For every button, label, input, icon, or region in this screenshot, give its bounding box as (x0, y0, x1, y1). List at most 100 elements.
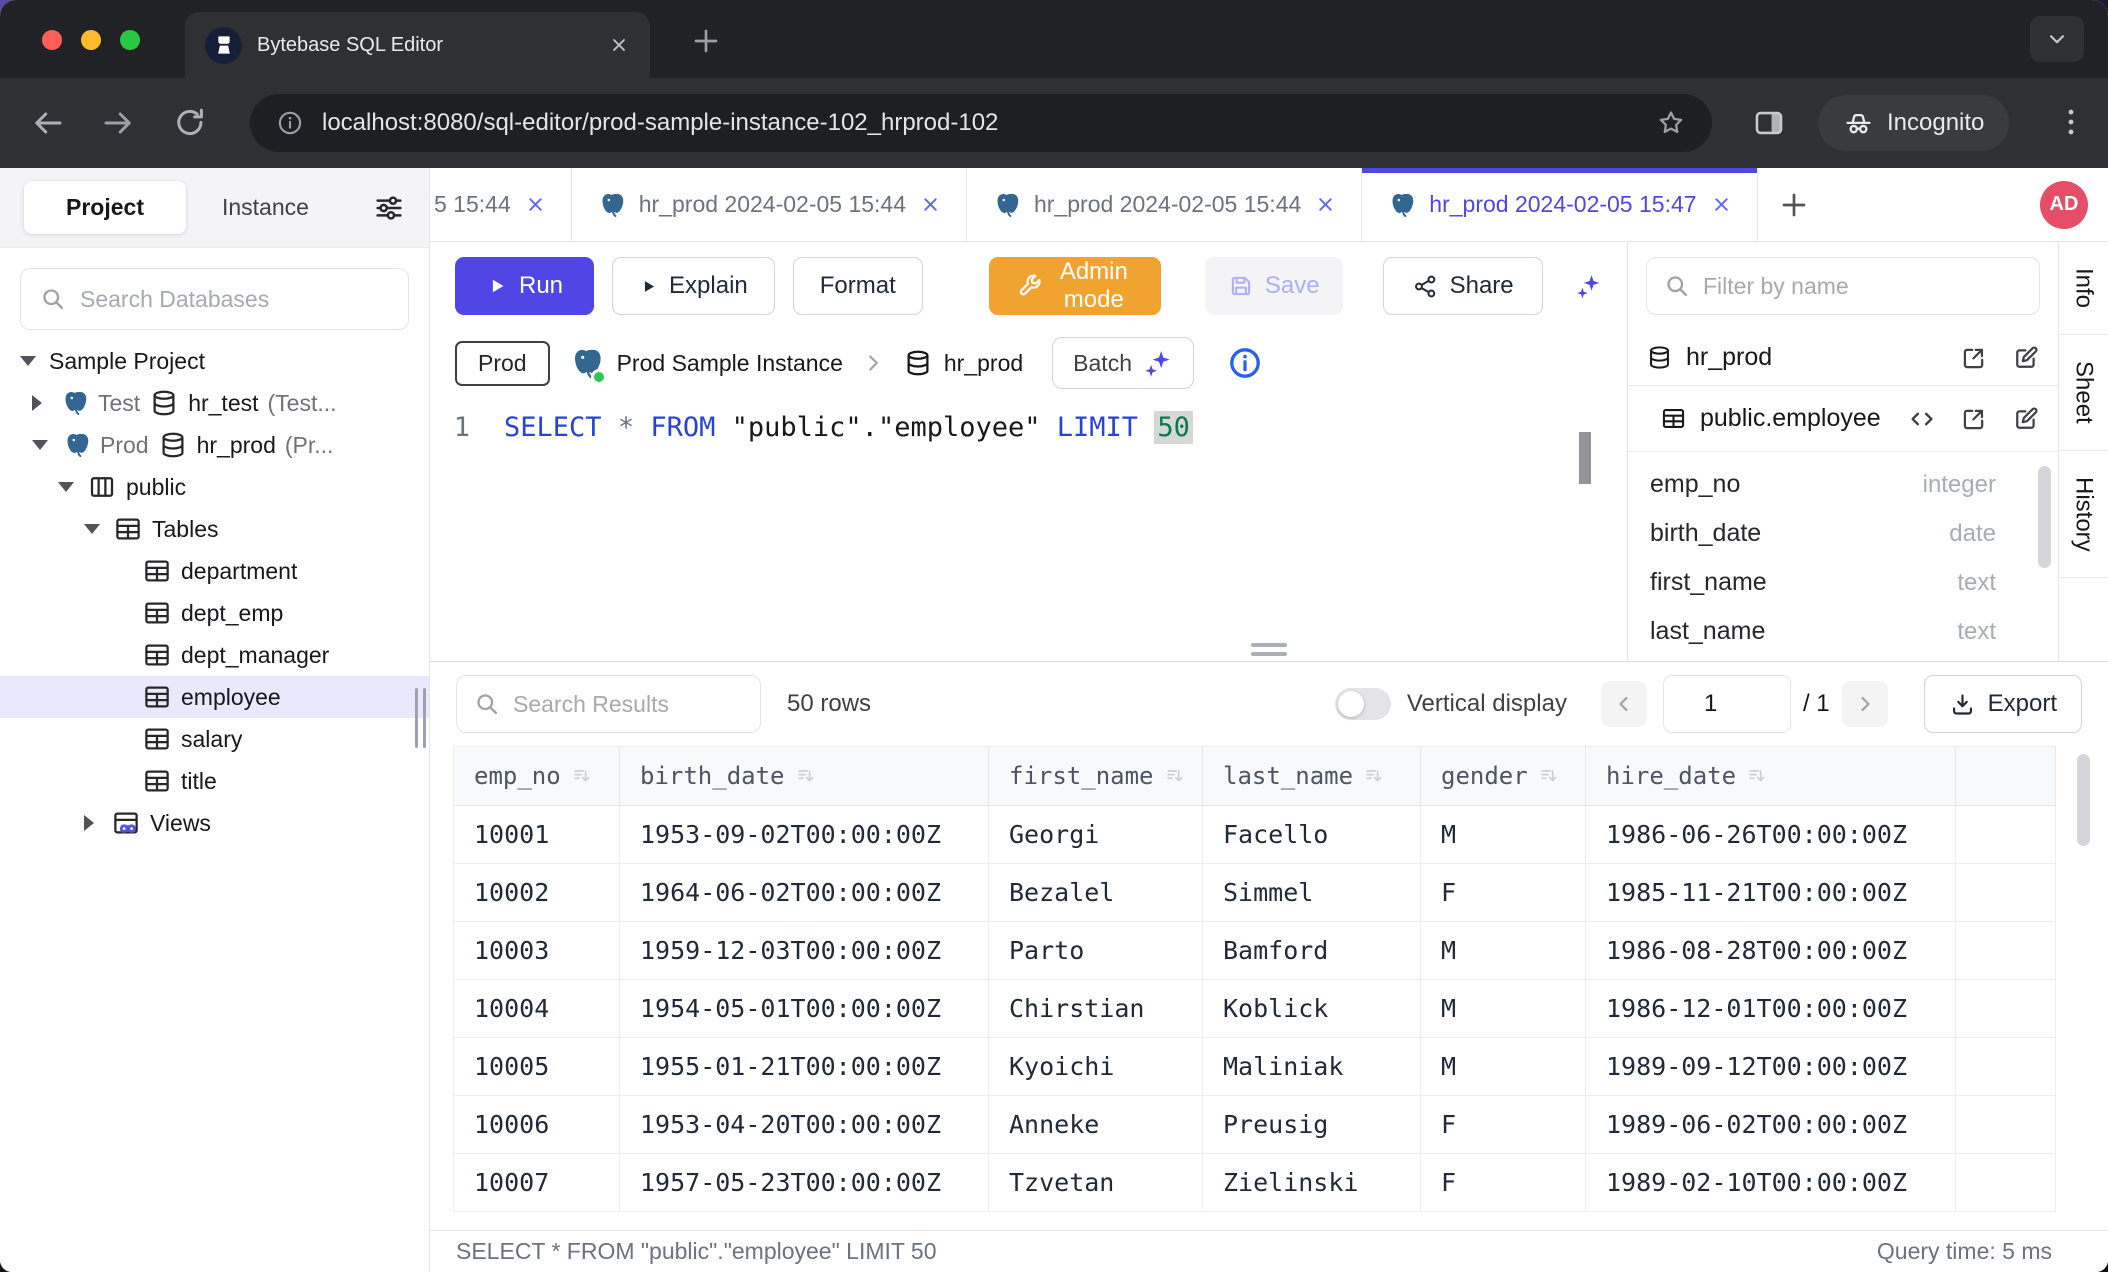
cell[interactable]: M (1421, 1038, 1586, 1096)
results-search[interactable] (456, 675, 761, 733)
cell[interactable]: Kyoichi (989, 1038, 1203, 1096)
explain-button[interactable]: Explain (612, 257, 775, 315)
cell[interactable]: 1953-09-02T00:00:00Z (620, 806, 989, 864)
column-list-scrollbar[interactable] (2038, 466, 2051, 568)
instance-breadcrumb[interactable]: Prod Sample Instance (567, 345, 843, 382)
tree-item-public[interactable]: public (0, 466, 429, 508)
tree-item-title[interactable]: title (0, 760, 429, 802)
cell[interactable]: F (1421, 864, 1586, 922)
panel-resize-handle[interactable] (1251, 643, 1287, 656)
cell[interactable]: Koblick (1203, 980, 1421, 1038)
cell[interactable]: Parto (989, 922, 1203, 980)
cell[interactable]: F (1421, 1154, 1586, 1212)
bookmark-star-icon[interactable] (1656, 108, 1686, 138)
tab-search-button[interactable] (2030, 16, 2084, 62)
caret-down-icon[interactable] (58, 482, 74, 492)
column-header-birth-date[interactable]: birth_date (620, 746, 989, 806)
sidebar-settings-icon[interactable] (373, 192, 405, 224)
cell[interactable]: Preusig (1203, 1096, 1421, 1154)
sql-editor[interactable]: 1 SELECT * FROM "public"."employee" LIMI… (430, 396, 1627, 661)
column-first-name[interactable]: first_nametext (1628, 558, 2058, 607)
cell[interactable]: Chirstian (989, 980, 1203, 1038)
cell[interactable]: Tzvetan (989, 1154, 1203, 1212)
cell[interactable]: 1989-09-12T00:00:00Z (1586, 1038, 1956, 1096)
cell[interactable]: M (1421, 806, 1586, 864)
minimize-window-button[interactable] (81, 30, 101, 50)
column-header-emp-no[interactable]: emp_no (453, 746, 620, 806)
tree-item-prod[interactable]: Prodhr_prod(Pr... (0, 424, 429, 466)
format-button[interactable]: Format (793, 257, 923, 315)
column-emp-no[interactable]: emp_nointeger (1628, 460, 2058, 509)
table-row[interactable]: 100061953-04-20T00:00:00ZAnnekePreusigF1… (453, 1096, 2108, 1154)
close-window-button[interactable] (42, 30, 62, 50)
external-link-icon[interactable] (1960, 344, 1988, 372)
back-icon[interactable] (30, 105, 66, 141)
cell[interactable]: 10004 (453, 980, 620, 1038)
schema-filter[interactable] (1646, 257, 2040, 315)
side-tab-sheet[interactable]: Sheet (2059, 335, 2108, 451)
caret-right-icon[interactable] (32, 395, 42, 411)
vertical-display-toggle[interactable] (1335, 688, 1391, 720)
tree-item-employee[interactable]: employee (0, 676, 429, 718)
tab-close-icon[interactable] (608, 34, 630, 56)
cell[interactable]: 10001 (453, 806, 620, 864)
cell[interactable]: 1989-02-10T00:00:00Z (1586, 1154, 1956, 1212)
export-button[interactable]: Export (1924, 675, 2082, 733)
prev-page-button[interactable] (1601, 681, 1647, 727)
tab-project[interactable]: Project (24, 181, 186, 234)
ai-sparkle-icon[interactable] (1575, 266, 1602, 306)
cell[interactable]: 10005 (453, 1038, 620, 1096)
cell[interactable]: Anneke (989, 1096, 1203, 1154)
editor-tab-2[interactable]: hr_prod 2024-02-05 15:44 (572, 168, 967, 241)
cell[interactable]: 10007 (453, 1154, 620, 1212)
cell[interactable]: 10002 (453, 864, 620, 922)
column-header-gender[interactable]: gender (1421, 746, 1586, 806)
tree-item-dept-manager[interactable]: dept_manager (0, 634, 429, 676)
column-last-name[interactable]: last_nametext (1628, 607, 2058, 656)
cell[interactable]: 10006 (453, 1096, 620, 1154)
table-row[interactable]: 100011953-09-02T00:00:00ZGeorgiFacelloM1… (453, 806, 2108, 864)
cell[interactable]: 10003 (453, 922, 620, 980)
next-page-button[interactable] (1842, 681, 1888, 727)
side-panel-icon[interactable] (1752, 106, 1786, 140)
cell[interactable]: 1986-12-01T00:00:00Z (1586, 980, 1956, 1038)
editor-tab-4[interactable]: hr_prod 2024-02-05 15:47 (1362, 168, 1757, 241)
editor-scrollbar[interactable] (1579, 432, 1591, 484)
results-search-input[interactable] (513, 691, 744, 718)
close-icon[interactable] (524, 193, 547, 216)
tree-item-tables[interactable]: Tables (0, 508, 429, 550)
sort-icon[interactable] (1746, 765, 1768, 787)
admin-mode-button[interactable]: Admin mode (989, 257, 1161, 315)
info-icon[interactable] (1227, 345, 1263, 381)
tab-instance[interactable]: Instance (186, 181, 345, 234)
cell[interactable]: Bezalel (989, 864, 1203, 922)
cell[interactable]: M (1421, 980, 1586, 1038)
close-icon[interactable] (919, 193, 942, 216)
cell[interactable]: 1953-04-20T00:00:00Z (620, 1096, 989, 1154)
table-row[interactable]: 100021964-06-02T00:00:00ZBezalelSimmelF1… (453, 864, 2108, 922)
database-search-input[interactable] (80, 286, 390, 313)
caret-right-icon[interactable] (84, 815, 94, 831)
cell[interactable]: Georgi (989, 806, 1203, 864)
save-button[interactable]: Save (1205, 257, 1343, 315)
column-header-last-name[interactable]: last_name (1203, 746, 1421, 806)
column-header-hire-date[interactable]: hire_date (1586, 746, 1956, 806)
schema-table-row[interactable]: public.employee (1628, 386, 2058, 452)
database-breadcrumb[interactable]: hr_prod (903, 348, 1023, 378)
cell[interactable]: 1989-06-02T00:00:00Z (1586, 1096, 1956, 1154)
tree-item-dept-emp[interactable]: dept_emp (0, 592, 429, 634)
table-row[interactable]: 100071957-05-23T00:00:00ZTzvetanZielinsk… (453, 1154, 2108, 1212)
forward-icon[interactable] (100, 105, 136, 141)
cell[interactable]: 1986-06-26T00:00:00Z (1586, 806, 1956, 864)
tree-item-salary[interactable]: salary (0, 718, 429, 760)
sidebar-resize-handle[interactable] (415, 688, 426, 748)
new-sheet-icon[interactable] (1778, 189, 1810, 221)
new-tab-icon[interactable] (690, 25, 722, 57)
edit-icon[interactable] (2012, 405, 2040, 433)
cell[interactable]: 1986-08-28T00:00:00Z (1586, 922, 1956, 980)
reload-icon[interactable] (172, 105, 208, 141)
schema-filter-input[interactable] (1703, 273, 2023, 300)
caret-down-icon[interactable] (32, 440, 48, 450)
sort-icon[interactable] (1363, 765, 1385, 787)
tree-item-sample-project[interactable]: Sample Project (0, 340, 429, 382)
